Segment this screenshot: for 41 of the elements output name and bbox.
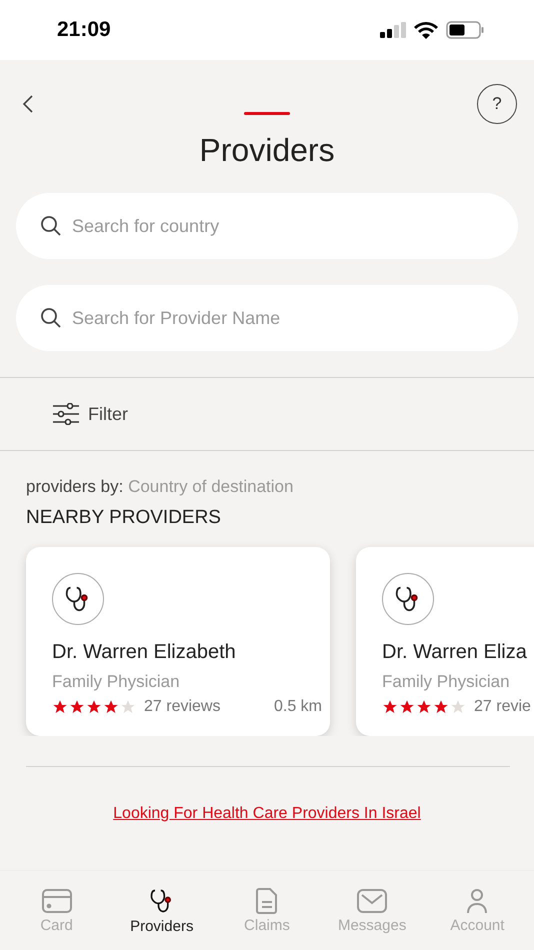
person-icon bbox=[466, 888, 488, 914]
provider-name: Dr. Warren Eliza bbox=[382, 641, 528, 664]
document-icon bbox=[256, 888, 278, 914]
provider-card[interactable]: Dr. Warren Eliza Family Physician 27 revie bbox=[356, 547, 534, 736]
search-icon bbox=[40, 215, 62, 237]
provider-name: Dr. Warren Elizabeth bbox=[52, 641, 237, 664]
battery-icon bbox=[446, 21, 484, 39]
help-button[interactable]: ? bbox=[477, 84, 517, 124]
star-icon bbox=[69, 699, 85, 715]
star-icon bbox=[86, 699, 102, 715]
wifi-icon bbox=[414, 22, 438, 38]
star-icon bbox=[433, 699, 449, 715]
star-icon bbox=[103, 699, 119, 715]
page-title: Providers bbox=[199, 131, 335, 169]
tab-bar-item[interactable]: Providers bbox=[116, 886, 207, 934]
star-icon bbox=[416, 699, 432, 715]
signal-icon bbox=[380, 22, 406, 38]
providers-by-label: providers by: Country of destination bbox=[26, 477, 294, 497]
provider-card[interactable]: Dr. Warren Elizabeth Family Physician 27 reviews 0.5 km bbox=[26, 547, 330, 736]
search-field[interactable]: Search for Provider Name bbox=[16, 285, 518, 351]
search-field[interactable]: Search for country bbox=[16, 193, 518, 259]
status-time: 21:09 bbox=[57, 18, 111, 42]
search-icon bbox=[40, 307, 62, 329]
card-icon bbox=[42, 888, 72, 914]
review-count: 27 reviews bbox=[144, 698, 220, 716]
back-icon bbox=[22, 95, 34, 113]
mail-icon bbox=[357, 888, 388, 914]
star-icon bbox=[450, 699, 466, 715]
star-icon bbox=[120, 699, 136, 715]
title-accent bbox=[244, 112, 290, 115]
filter-button[interactable]: Filter bbox=[52, 403, 128, 425]
star-icon bbox=[382, 699, 398, 715]
star-icon bbox=[52, 699, 68, 715]
star-icon bbox=[399, 699, 415, 715]
review-count: 27 revie bbox=[474, 698, 531, 716]
section-heading: NEARBY PROVIDERS bbox=[26, 507, 222, 529]
filter-icon bbox=[52, 403, 80, 425]
provider-specialty: Family Physician bbox=[382, 672, 511, 692]
provider-specialty: Family Physician bbox=[52, 672, 181, 692]
distance-label: 0.5 km bbox=[274, 698, 322, 716]
israel-providers-link[interactable]: Looking For Health Care Providers In Israel bbox=[113, 805, 421, 823]
